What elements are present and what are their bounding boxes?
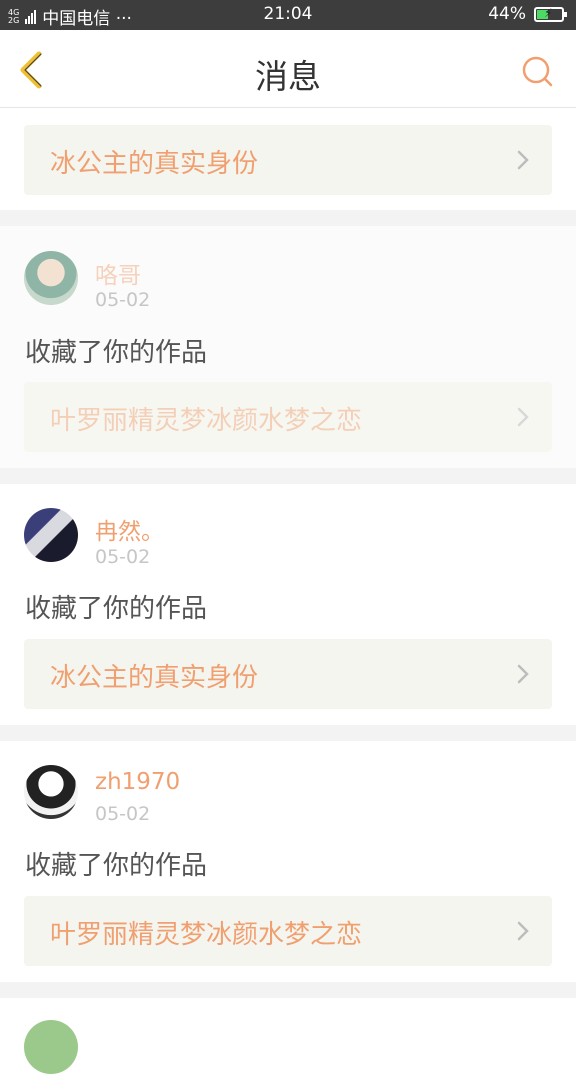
message-date: 05-02 [95,546,151,568]
work-link[interactable]: 叶罗丽精灵梦冰颜水梦之恋 [24,382,552,452]
separator [0,725,576,741]
nav-header: 消息 [0,30,576,108]
user-name[interactable]: 冉然。 [95,512,164,546]
user-name[interactable]: 咯哥 [95,256,141,290]
chevron-right-icon [517,407,529,427]
work-title: 冰公主的真实身份 [50,663,259,693]
page-title: 消息 [255,57,321,96]
message-card-partial [0,998,576,1074]
search-button[interactable] [520,54,556,90]
action-text: 收藏了你的作品 [25,594,208,624]
action-text: 收藏了你的作品 [25,338,208,368]
work-link[interactable]: 冰公主的真实身份 [24,639,552,709]
message-card-partial: 冰公主的真实身份 [0,108,576,210]
message-date: 05-02 [95,803,151,825]
status-bar: 4G 2G 中国电信 ··· 21:04 44% ⚡ [0,0,576,30]
chevron-right-icon [517,664,529,684]
avatar[interactable] [24,508,78,562]
message-card: zh1970 05-02 收藏了你的作品 叶罗丽精灵梦冰颜水梦之恋 [0,741,576,982]
work-link[interactable]: 叶罗丽精灵梦冰颜水梦之恋 [24,896,552,966]
message-card: 咯哥 05-02 收藏了你的作品 叶罗丽精灵梦冰颜水梦之恋 [0,226,576,468]
work-title: 冰公主的真实身份 [50,149,259,179]
message-date: 05-02 [95,289,151,311]
separator [0,982,576,998]
battery-percent: 44% [488,4,526,24]
work-title: 叶罗丽精灵梦冰颜水梦之恋 [50,920,363,950]
chevron-right-icon [517,150,529,170]
avatar[interactable] [24,251,78,305]
work-link[interactable]: 冰公主的真实身份 [24,125,552,195]
status-right: 44% ⚡ [488,4,567,24]
battery-icon: ⚡ [534,6,567,22]
message-card: 冉然。 05-02 收藏了你的作品 冰公主的真实身份 [0,484,576,725]
separator [0,468,576,484]
avatar[interactable] [24,765,78,819]
chevron-right-icon [517,921,529,941]
search-icon [522,56,553,87]
separator [0,210,576,226]
user-name[interactable]: zh1970 [95,769,180,795]
work-title: 叶罗丽精灵梦冰颜水梦之恋 [50,406,363,436]
avatar[interactable] [24,1020,78,1074]
action-text: 收藏了你的作品 [25,851,208,881]
